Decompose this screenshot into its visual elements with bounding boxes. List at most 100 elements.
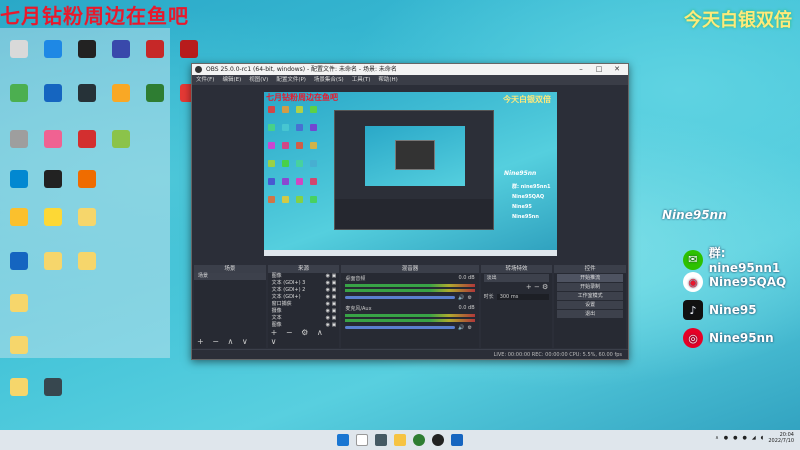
menu-tools[interactable]: 工具(T) <box>352 75 371 85</box>
obs-preview[interactable]: 七月钻粉周边在鱼吧 今天白银双倍 Nine95nn 群: nine95nn1 N… <box>264 92 557 256</box>
desktop-icon[interactable] <box>2 130 36 168</box>
social-tiktok: ♪ Nine95 <box>683 300 757 320</box>
visibility-lock-icons[interactable]: ◉ ▣ <box>326 308 337 315</box>
menu-view[interactable]: 视图(V) <box>249 75 268 85</box>
tray-chevron-icon[interactable]: ∧ <box>715 435 719 441</box>
preview-nested-screen <box>365 126 465 186</box>
desktop-icon[interactable] <box>70 252 104 290</box>
visibility-lock-icons[interactable]: ◉ ▣ <box>326 280 337 287</box>
visibility-lock-icons[interactable]: ◉ ▣ <box>326 301 337 308</box>
minimize-button[interactable]: – <box>572 64 590 75</box>
visibility-lock-icons[interactable]: ◉ ▣ <box>326 273 337 280</box>
preview-mini-icon <box>310 142 317 149</box>
desktop-icon[interactable] <box>70 40 104 78</box>
desktop-icon[interactable] <box>104 84 138 122</box>
desktop-icon[interactable] <box>70 130 104 168</box>
desktop-icon[interactable] <box>104 130 138 168</box>
network-icon[interactable]: ◢ <box>752 435 756 441</box>
desktop-icon[interactable] <box>104 40 138 78</box>
app-icon <box>10 84 28 102</box>
desktop-icon[interactable] <box>36 208 70 246</box>
start-recording-button[interactable]: 开始录制 <box>557 283 623 291</box>
app-icon <box>10 294 28 312</box>
desktop-icon[interactable] <box>36 130 70 168</box>
desktop-icon[interactable] <box>70 208 104 246</box>
source-item[interactable]: 窗口捕获 ◉ ▣ <box>268 301 340 308</box>
desktop-icon[interactable] <box>2 336 36 374</box>
transition-toolbar[interactable]: + − ⚙ <box>481 283 553 291</box>
obs-titlebar[interactable]: OBS 25.0.0-rc1 (64-bit, windows) - 配置文件:… <box>192 64 628 75</box>
app-icon <box>146 40 164 58</box>
source-item[interactable]: 摄像 ◉ ▣ <box>268 308 340 315</box>
tray-app-icon[interactable]: ● <box>733 435 737 441</box>
search-icon[interactable] <box>356 434 368 446</box>
speaker-icon[interactable]: 🔊 <box>458 325 464 331</box>
desktop-icon[interactable] <box>2 294 36 332</box>
visibility-lock-icons[interactable]: ◉ ▣ <box>326 315 337 322</box>
desktop-icon[interactable] <box>138 84 172 122</box>
duration-input[interactable]: 300 ms <box>496 293 550 300</box>
sources-dock-toolbar[interactable]: + − ⚙ ∧ ∨ <box>271 328 340 346</box>
menu-profile[interactable]: 配置文件(P) <box>276 75 306 85</box>
speaker-icon[interactable]: 🔊 <box>458 295 464 301</box>
gear-icon[interactable]: ⚙ <box>468 325 472 331</box>
close-button[interactable]: ✕ <box>608 64 626 75</box>
settings-button[interactable]: 设置 <box>557 301 623 309</box>
source-item[interactable]: 文本 (GDI+) ◉ ▣ <box>268 294 340 301</box>
clock[interactable]: 20:04 2022/7/10 <box>768 432 794 444</box>
preview-desktop-icons <box>268 106 328 236</box>
source-item[interactable]: 文本 (GDI+) 2 ◉ ▣ <box>268 287 340 294</box>
desktop-icon[interactable] <box>2 84 36 122</box>
app-taskbar-icon[interactable] <box>451 434 463 446</box>
controls-dock: 控件 开始推流 开始录制 工作室模式 设置 退出 <box>554 265 626 348</box>
volume-slider[interactable] <box>345 296 456 299</box>
start-icon[interactable] <box>337 434 349 446</box>
app-icon <box>78 130 96 148</box>
mixer-meter <box>345 314 475 317</box>
file-explorer-icon[interactable] <box>394 434 406 446</box>
desktop-icon[interactable] <box>36 252 70 290</box>
volume-icon[interactable]: ◖ <box>761 435 764 441</box>
scenes-dock-toolbar[interactable]: + − ∧ ∨ <box>197 337 251 346</box>
desktop-icon[interactable] <box>70 84 104 122</box>
exit-button[interactable]: 退出 <box>557 310 623 318</box>
browser-icon[interactable] <box>413 434 425 446</box>
volume-slider[interactable] <box>345 326 456 329</box>
taskbar: ∧ ● ● ● ◢ ◖ 20:04 2022/7/10 <box>0 430 800 450</box>
menu-edit[interactable]: 编辑(E) <box>222 75 241 85</box>
tray-app-icon[interactable]: ● <box>724 435 728 441</box>
gear-icon[interactable]: ⚙ <box>468 295 472 301</box>
app-icon <box>44 208 62 226</box>
app-icon <box>10 336 28 354</box>
menu-help[interactable]: 帮助(H) <box>378 75 397 85</box>
source-item[interactable]: 图像 ◉ ▣ <box>268 273 340 280</box>
desktop-icon[interactable] <box>2 378 36 416</box>
studio-mode-button[interactable]: 工作室模式 <box>557 292 623 300</box>
maximize-button[interactable]: □ <box>590 64 608 75</box>
transition-select[interactable]: 淡出 <box>483 274 550 282</box>
desktop-icon[interactable] <box>2 252 36 290</box>
menu-scene-collection[interactable]: 场景集合(S) <box>314 75 344 85</box>
desktop-icon[interactable] <box>138 40 172 78</box>
menu-file[interactable]: 文件(F) <box>196 75 214 85</box>
desktop-icon[interactable] <box>70 170 104 208</box>
source-item[interactable]: 文本 ◉ ▣ <box>268 315 340 322</box>
preview-mini-icon <box>268 106 275 113</box>
desktop-icon[interactable] <box>36 84 70 122</box>
visibility-lock-icons[interactable]: ◉ ▣ <box>326 287 337 294</box>
obs-taskbar-icon[interactable] <box>432 434 444 446</box>
desktop-icon[interactable] <box>36 378 70 416</box>
desktop-icon[interactable] <box>2 208 36 246</box>
desktop-icon[interactable] <box>36 170 70 208</box>
task-view-icon[interactable] <box>375 434 387 446</box>
desktop-icon[interactable] <box>2 40 36 78</box>
app-icon <box>10 378 28 396</box>
obs-window[interactable]: OBS 25.0.0-rc1 (64-bit, windows) - 配置文件:… <box>191 63 629 360</box>
tray-app-icon[interactable]: ● <box>742 435 746 441</box>
start-streaming-button[interactable]: 开始推流 <box>557 274 623 282</box>
desktop-icon[interactable] <box>36 40 70 78</box>
visibility-lock-icons[interactable]: ◉ ▣ <box>326 294 337 301</box>
source-item[interactable]: 文本 (GDI+) 3 ◉ ▣ <box>268 280 340 287</box>
scene-item[interactable]: 场景 <box>194 273 266 280</box>
desktop-icon[interactable] <box>2 170 36 208</box>
